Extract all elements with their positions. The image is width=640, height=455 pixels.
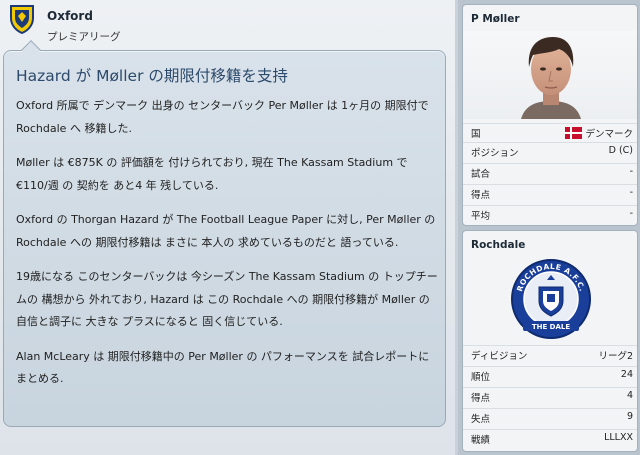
info-value: 9	[626, 411, 633, 422]
player-panel: P Møller 国 デンマーク ポジション D (C) 試合 - 得点 - 平…	[462, 4, 638, 226]
player-photo-icon[interactable]	[463, 31, 638, 119]
news-pane: Oxford プレミアリーグ Hazard が Møller の期限付移籍を支持…	[0, 0, 455, 455]
club-crest-area: ROCHDALE A.F.C. THE DALE	[463, 255, 638, 339]
news-paragraph: Oxford の Thorgan Hazard が The Football L…	[16, 213, 436, 249]
info-value: D (C)	[608, 145, 633, 156]
player-photo-area	[463, 31, 638, 119]
news-paragraph: 19歳になる このセンターバックは 今シーズン The Kassam Stadi…	[16, 270, 438, 328]
club-league-link[interactable]: プレミアリーグ	[47, 29, 121, 44]
oxford-badge-icon[interactable]	[9, 4, 35, 34]
crest-text-bottom: THE DALE	[532, 323, 571, 331]
info-value: -	[629, 187, 633, 198]
news-body: Oxford 所属で デンマーク 出身の センターバック Per Møller …	[16, 95, 441, 391]
news-paragraph: Møller は €875K の 評価額を 付けられており, 現在 The Ka…	[16, 156, 408, 192]
info-row-apps: 試合 -	[463, 163, 637, 180]
info-label: 試合	[471, 169, 491, 180]
info-value: 24	[620, 369, 633, 380]
info-row-rating: 平均 -	[463, 205, 637, 222]
info-label: 国	[471, 129, 481, 140]
info-row-position: 順位 24	[463, 366, 637, 383]
info-row-goals: 得点 -	[463, 184, 637, 201]
player-name-link[interactable]: P Møller	[471, 13, 520, 25]
info-row-nation: 国 デンマーク	[463, 123, 637, 140]
info-row-form: 戦績 LLLXX	[463, 429, 637, 446]
info-value: 4	[626, 390, 633, 401]
info-value: -	[629, 208, 633, 219]
info-label: ディビジョン	[471, 351, 528, 362]
nation-name: デンマーク	[585, 129, 633, 140]
club-header: Oxford プレミアリーグ	[0, 0, 455, 48]
rochdale-crest-icon[interactable]: ROCHDALE A.F.C. THE DALE	[463, 255, 638, 339]
club-panel-name-link[interactable]: Rochdale	[471, 239, 525, 251]
info-value: -	[629, 166, 633, 177]
info-value: LLLXX	[604, 432, 633, 443]
info-row-division: ディビジョン リーグ2	[463, 345, 637, 362]
info-label: 平均	[471, 211, 491, 222]
news-paragraph: Oxford 所属で デンマーク 出身の センターバック Per Møller …	[16, 99, 429, 135]
info-row-position: ポジション D (C)	[463, 142, 637, 159]
news-paragraph: Alan McLeary は 期限付移籍中の Per Møller の パフォー…	[16, 349, 430, 386]
info-label: 順位	[471, 372, 491, 383]
denmark-flag-icon	[565, 127, 583, 139]
info-label: ポジション	[471, 148, 519, 159]
club-panel: Rochdale ROCHDALE A.F.C. THE DALE ディビジョン…	[462, 230, 638, 452]
info-label: 失点	[471, 414, 491, 425]
sidebar: P Møller 国 デンマーク ポジション D (C) 試合 - 得点 - 平…	[458, 0, 640, 455]
info-row-goals-for: 得点 4	[463, 387, 637, 404]
info-label: 得点	[471, 393, 491, 404]
info-row-goals-against: 失点 9	[463, 408, 637, 425]
info-label: 戦績	[471, 435, 491, 446]
nation-value[interactable]: デンマーク	[565, 126, 633, 140]
news-item: Hazard が Møller の期限付移籍を支持 Oxford 所属で デンマ…	[3, 40, 446, 427]
club-name-link[interactable]: Oxford	[47, 9, 93, 23]
info-label: 得点	[471, 190, 491, 201]
news-title: Hazard が Møller の期限付移籍を支持	[16, 67, 288, 85]
division-value[interactable]: リーグ2	[598, 348, 633, 362]
